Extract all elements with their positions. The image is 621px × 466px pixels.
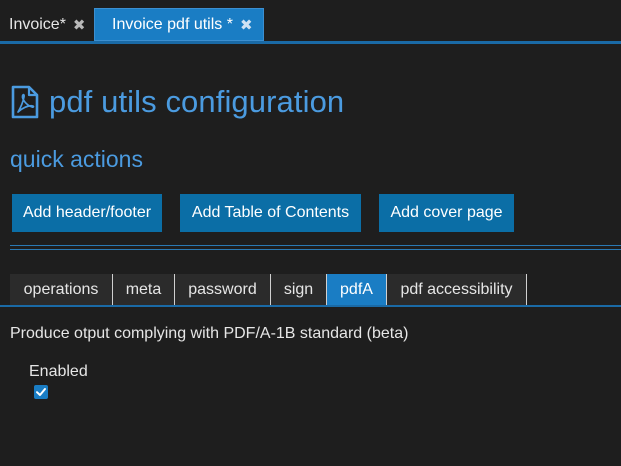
pdf-file-icon [11,85,39,119]
tab-operations[interactable]: operations [10,274,113,306]
tab-bar-underline [0,41,621,44]
enabled-label: Enabled [29,363,88,380]
document-tab-bar: Invoice* ✖ Invoice pdf utils * ✖ [0,0,621,44]
add-header-footer-button[interactable]: Add header/footer [12,194,162,232]
tab-sign[interactable]: sign [271,274,327,306]
settings-tabs: operations meta password sign pdfA pdf a… [10,274,527,306]
tab-pdf-accessibility[interactable]: pdf accessibility [387,274,527,306]
add-table-of-contents-button[interactable]: Add Table of Contents [180,194,361,232]
doc-tab-invoice-pdf-utils[interactable]: Invoice pdf utils * ✖ [94,8,264,41]
section-divider [10,245,621,246]
page-header: pdf utils configuration [10,84,344,120]
doc-tab-invoice[interactable]: Invoice* ✖ [0,8,94,41]
doc-tab-label: Invoice* [9,15,66,33]
tab-password[interactable]: password [175,274,271,306]
checkmark-icon [36,388,46,396]
quick-actions-heading: quick actions [10,146,143,172]
pdfa-description: Produce otput complying with PDF/A-1B st… [10,325,409,342]
tab-meta[interactable]: meta [113,274,175,306]
close-icon[interactable]: ✖ [73,16,86,34]
section-divider [10,249,621,250]
doc-tab-label: Invoice pdf utils * [112,15,233,33]
enabled-checkbox[interactable] [34,385,48,399]
close-icon[interactable]: ✖ [240,16,253,34]
tab-pdfa[interactable]: pdfA [327,274,387,306]
add-cover-page-button[interactable]: Add cover page [379,194,514,232]
settings-tabs-underline [0,305,621,307]
page-title: pdf utils configuration [49,84,345,119]
